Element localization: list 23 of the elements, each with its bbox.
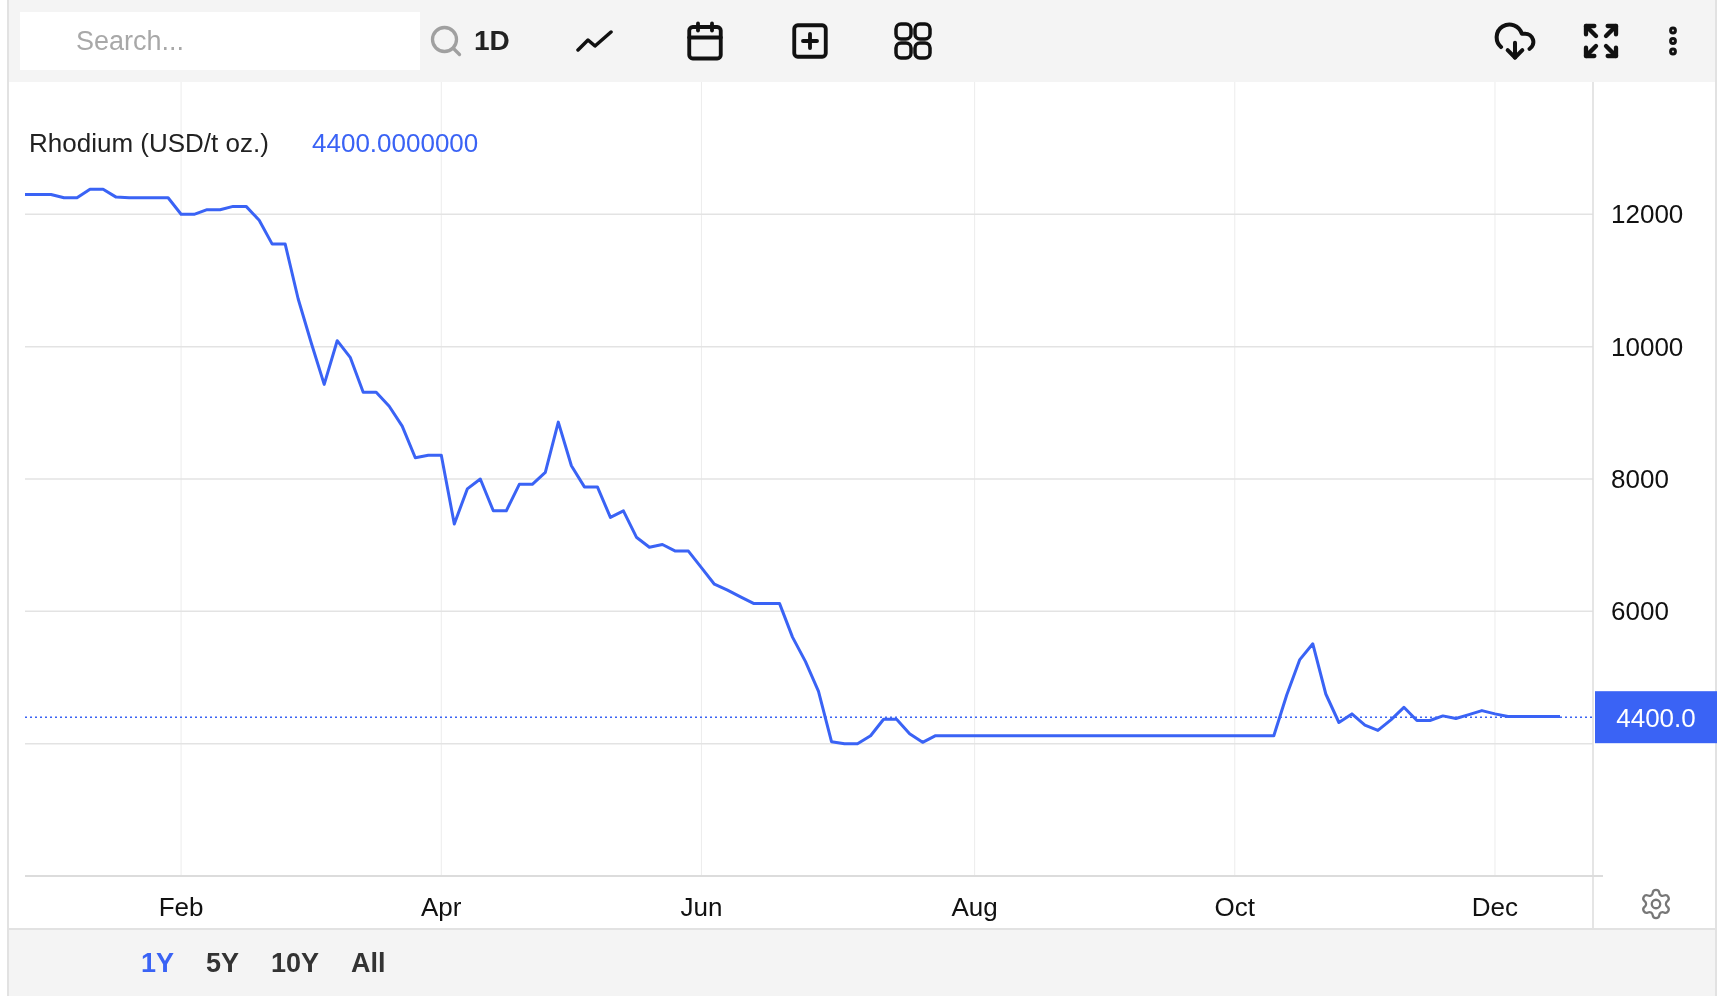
line-chart-icon[interactable] [575,29,614,53]
x-axis-label: Aug [951,892,998,922]
range-button[interactable]: 5Y [206,942,240,984]
settings-icon[interactable] [1639,887,1673,921]
series-value: 4400.0000000 [312,128,479,158]
x-axis-label: Jun [680,892,723,922]
x-axis-label: Oct [1214,892,1255,922]
y-axis-label: 8000 [1611,464,1669,494]
fullscreen-icon[interactable] [1581,21,1621,61]
search-field[interactable]: Search... [20,12,420,70]
series-name: Rhodium (USD/t oz.) [29,128,269,158]
x-axis-label: Feb [158,892,204,922]
range-button[interactable]: 10Y [271,942,320,984]
y-axis-label: 12000 [1611,199,1684,230]
x-axis-label: Apr [421,892,462,922]
y-axis-label: 6000 [1611,596,1669,627]
grid-icon[interactable] [893,22,932,60]
x-axis-label: Dec [1471,892,1519,922]
range-button[interactable]: All [351,942,386,984]
price-badge-value: 4400.0 [1616,703,1696,734]
range-button[interactable]: 1Y [141,942,175,984]
interval-button[interactable]: 1D [474,20,510,62]
y-axis-label: 10000 [1611,331,1684,362]
